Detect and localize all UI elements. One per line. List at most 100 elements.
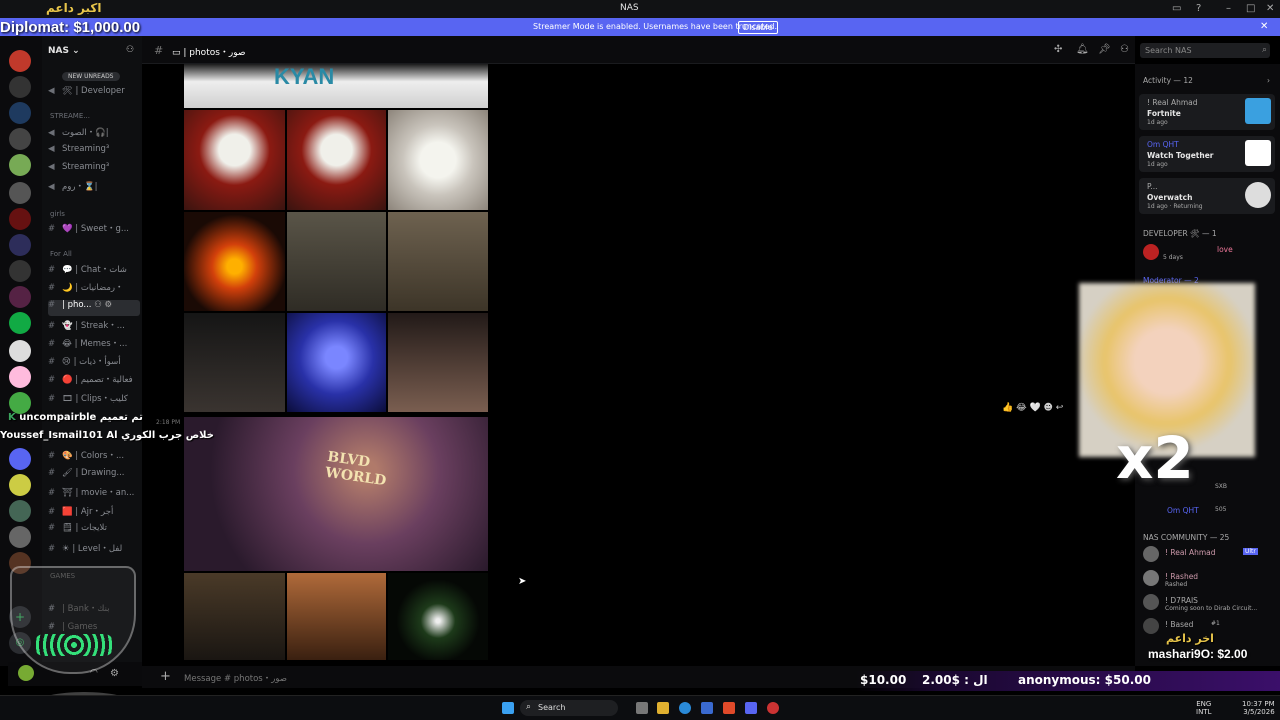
server-icon[interactable]	[9, 234, 31, 256]
channel-design[interactable]: # 🔴 | فعالية・تصميم	[48, 373, 140, 389]
server-icon[interactable]	[9, 340, 31, 362]
photo-cup-top[interactable]: KYAN	[184, 64, 488, 108]
avatar[interactable]	[1143, 594, 1159, 610]
photo-cup-3[interactable]	[388, 110, 488, 210]
pin-icon[interactable]: 📌︎	[1098, 44, 1111, 55]
server-icon[interactable]	[9, 128, 31, 150]
channel-streak[interactable]: # 👻 | Streak・...	[48, 319, 140, 335]
file-explorer-icon[interactable]	[657, 702, 669, 714]
gear-icon[interactable]: ⚙	[110, 668, 119, 679]
close-window-icon[interactable]: ✕	[1266, 3, 1274, 14]
edge-icon[interactable]	[679, 702, 691, 714]
member-sxb[interactable]: SXB	[1215, 483, 1227, 490]
photo-blue-neon[interactable]	[287, 313, 386, 412]
message-actions[interactable]: 👍 😂 🤍 ☻ ↩	[1002, 403, 1082, 417]
channel-ajr[interactable]: # 🟥 | Ajr・أجر	[48, 505, 140, 521]
bell-icon[interactable]: 🔔︎	[1076, 44, 1089, 55]
channel-sweet[interactable]: # 💜 | Sweet・g...	[48, 222, 140, 238]
server-icon[interactable]	[9, 76, 31, 98]
category-girls[interactable]: girls	[50, 210, 65, 218]
store-icon[interactable]	[701, 702, 713, 714]
activity-card[interactable]: P... Overwatch 1d ago · Returning	[1139, 178, 1275, 214]
members-icon[interactable]: ⚇	[1120, 44, 1129, 55]
member-name[interactable]: ! Rashed	[1165, 572, 1198, 581]
photo-cup-1[interactable]	[184, 110, 285, 210]
message-input[interactable]: Message # photos・صور	[184, 672, 287, 684]
channel-notes[interactable]: # 🗒 | تلايجات	[48, 523, 140, 539]
channel-level[interactable]: # ☀ | Level・لفل	[48, 542, 140, 558]
channel-chat[interactable]: # 💬 | Chat・شات	[48, 263, 140, 279]
photo-tree-night[interactable]	[388, 573, 488, 660]
server-icon[interactable]	[9, 154, 31, 176]
channel-streaming-1[interactable]: ◀ Streaming³	[48, 144, 140, 160]
activity-card[interactable]: ! Real Ahmad Fortnite 1d ago	[1139, 94, 1275, 130]
server-icon[interactable]	[9, 392, 31, 414]
channel-colors[interactable]: # 🎨 | Colors・...	[48, 449, 140, 465]
inbox-icon[interactable]: ▭	[1172, 3, 1181, 14]
server-icon[interactable]	[9, 182, 31, 204]
channel-memes[interactable]: # 😂 | Memes・...	[48, 337, 140, 353]
server-icon[interactable]	[9, 208, 31, 230]
server-icon[interactable]	[9, 526, 31, 548]
channel-ramadan[interactable]: # 🌙 | رمضانيات・	[48, 281, 140, 297]
app-icon[interactable]	[767, 702, 779, 714]
add-member-icon[interactable]: ⚇	[126, 45, 134, 55]
avatar[interactable]	[18, 665, 34, 681]
photo-cat[interactable]	[388, 212, 488, 311]
server-icon[interactable]	[9, 448, 31, 470]
add-attachment-icon[interactable]: +	[160, 669, 171, 684]
new-unreads-pill[interactable]: NEW UNREADS	[62, 72, 120, 81]
photo-flamingos[interactable]	[287, 212, 386, 311]
category-for-all[interactable]: For All	[50, 250, 72, 258]
member-name[interactable]: ! Real Ahmad	[1165, 548, 1216, 557]
member-omqht[interactable]: Om QHT	[1167, 506, 1199, 515]
server-name[interactable]: NAS ⌄	[48, 46, 80, 56]
server-icon[interactable]	[9, 102, 31, 124]
channel-voice-1[interactable]: ◀ الصوت・🎧|	[48, 126, 140, 142]
channel-photos[interactable]: # | pho... ⚇ ⚙	[48, 300, 140, 316]
server-icon[interactable]	[9, 312, 31, 334]
threads-icon[interactable]: ✣	[1054, 44, 1062, 55]
maximize-icon[interactable]: □	[1246, 3, 1255, 14]
language-indicator[interactable]: ENG INTL	[1196, 700, 1211, 716]
clock[interactable]: 10:37 PM 3/5/2026	[1242, 700, 1275, 716]
photo-shadow[interactable]	[388, 313, 488, 412]
avatar[interactable]	[1143, 546, 1159, 562]
server-icon[interactable]	[9, 366, 31, 388]
avatar[interactable]	[1143, 618, 1159, 634]
channel-drawing[interactable]: # 🖌 | Drawing...	[48, 468, 140, 484]
member-name[interactable]: ! D7RAIS	[1165, 596, 1198, 605]
category-streamers[interactable]: STREAME...	[50, 112, 90, 120]
discord-icon[interactable]	[745, 702, 757, 714]
server-icon[interactable]	[9, 50, 31, 72]
channel-room[interactable]: ◀ روم・⌛|	[48, 180, 140, 196]
channel-worst[interactable]: # 😢 | أسوأ・ذيات	[48, 355, 140, 371]
chevron-right-icon[interactable]: ›	[1267, 76, 1270, 85]
server-icon[interactable]	[9, 260, 31, 282]
photo-fire[interactable]	[184, 212, 285, 311]
channel-movie[interactable]: # ⛩ | movie・an...	[48, 486, 140, 502]
server-icon[interactable]	[9, 474, 31, 496]
photo-blvd-world[interactable]: BLVD WORLD	[184, 417, 488, 571]
search-input[interactable]: Search NAS	[1140, 43, 1270, 58]
channel-streaming-2[interactable]: ◀ Streaming³	[48, 162, 140, 178]
photo-sign[interactable]	[184, 573, 285, 660]
server-icon[interactable]	[9, 500, 31, 522]
task-view-icon[interactable]	[636, 702, 648, 714]
channel-clips[interactable]: # 🎞 | Clips・كليب	[48, 392, 140, 408]
taskbar-search[interactable]: ⌕ Search	[520, 700, 618, 716]
disable-button[interactable]: Disable	[738, 21, 778, 34]
start-icon[interactable]	[502, 702, 514, 714]
member-name[interactable]: ! Based	[1165, 620, 1193, 629]
channel-developer[interactable]: ◀ 🛠 | Developer	[48, 86, 140, 102]
photo-shop[interactable]	[287, 573, 386, 660]
brave-icon[interactable]	[723, 702, 735, 714]
server-icon[interactable]	[9, 286, 31, 308]
help-icon[interactable]: ?	[1196, 3, 1201, 14]
avatar[interactable]	[1143, 244, 1159, 260]
photo-cup-2[interactable]	[287, 110, 386, 210]
developer-user[interactable]: love	[1217, 245, 1233, 254]
minimize-icon[interactable]: –	[1226, 3, 1231, 14]
close-banner-icon[interactable]: ✕	[1260, 21, 1268, 32]
photo-truck[interactable]	[184, 313, 285, 412]
